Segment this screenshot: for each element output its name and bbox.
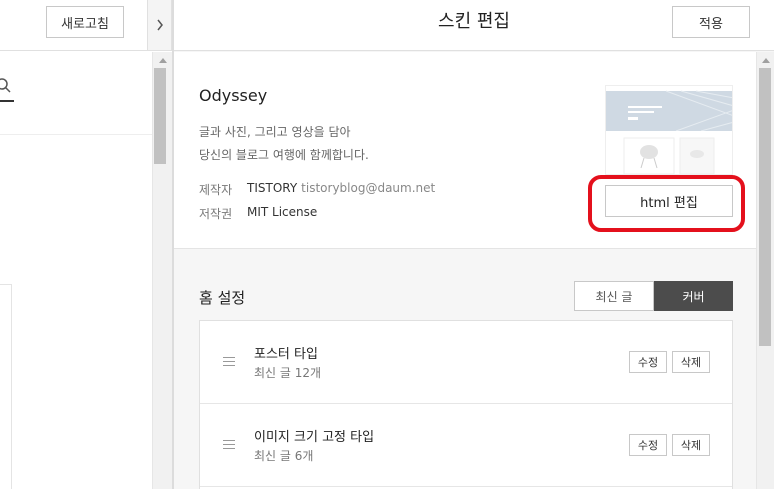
scroll-up-arrow-icon[interactable] bbox=[762, 58, 770, 63]
html-edit-button[interactable]: html 편집 bbox=[605, 185, 733, 217]
skin-thumbnail-image bbox=[606, 86, 732, 174]
license-value: MIT License bbox=[247, 205, 318, 219]
cover-item-subtitle: 최신 글 6개 bbox=[254, 449, 314, 463]
cover-item-title: 포스터 타입 bbox=[254, 347, 318, 362]
license-label: 저작권 bbox=[199, 207, 233, 221]
preview-scrollbar-thumb[interactable] bbox=[154, 68, 166, 164]
editor-header: 스킨 편집 적용 bbox=[174, 0, 774, 51]
skin-description-line-2: 당신의 블로그 여행에 함께합니다. bbox=[199, 148, 369, 162]
edit-button[interactable]: 수정 bbox=[629, 434, 667, 456]
delete-button[interactable]: 삭제 bbox=[672, 351, 710, 373]
author-name: TISTORY bbox=[247, 181, 298, 195]
tab-cover[interactable]: 커버 bbox=[654, 281, 733, 311]
apply-button[interactable]: 적용 bbox=[672, 6, 750, 38]
refresh-button[interactable]: 새로고침 bbox=[46, 6, 124, 38]
author-email: tistoryblog@daum.net bbox=[301, 181, 436, 195]
cover-item: 포스터 타입 최신 글 12개 수정 삭제 bbox=[200, 321, 732, 404]
author-label: 제작자 bbox=[199, 183, 233, 197]
search-underline bbox=[0, 100, 14, 102]
preview-header: 새로고침 bbox=[0, 0, 147, 51]
editor-scrollbar-thumb[interactable] bbox=[759, 68, 771, 346]
home-settings-tabs: 최신 글 커버 bbox=[574, 281, 733, 311]
edit-button[interactable]: 수정 bbox=[629, 351, 667, 373]
skin-name: Odyssey bbox=[199, 86, 268, 105]
delete-button[interactable]: 삭제 bbox=[672, 434, 710, 456]
search-icon[interactable] bbox=[0, 78, 14, 94]
home-settings-title: 홈 설정 bbox=[199, 289, 246, 307]
cover-item-subtitle: 최신 글 12개 bbox=[254, 366, 322, 380]
drag-handle-icon[interactable] bbox=[223, 440, 235, 450]
cover-item-title: 이미지 크기 고정 타입 bbox=[254, 430, 375, 445]
scroll-up-arrow-icon[interactable] bbox=[159, 58, 167, 63]
skin-editor-pane: 스킨 편집 적용 Odyssey 글과 사진, 그리고 영상을 담아 당신의 블… bbox=[174, 0, 774, 489]
drag-handle-icon[interactable] bbox=[223, 357, 235, 367]
preview-content-box bbox=[0, 284, 12, 489]
chevron-right-icon bbox=[156, 19, 163, 31]
skin-info-card: Odyssey 글과 사진, 그리고 영상을 담아 당신의 블로그 여행에 함께… bbox=[174, 52, 756, 249]
skin-description-line-1: 글과 사진, 그리고 영상을 담아 bbox=[199, 125, 351, 139]
preview-divider bbox=[0, 134, 152, 135]
cover-list: 포스터 타입 최신 글 12개 수정 삭제 이미지 크기 고정 타입 최신 글 … bbox=[199, 320, 733, 489]
tab-recent-posts[interactable]: 최신 글 bbox=[574, 281, 654, 311]
skin-thumbnail bbox=[605, 85, 733, 175]
cover-item: 이미지 크기 고정 타입 최신 글 6개 수정 삭제 bbox=[200, 404, 732, 487]
blog-preview bbox=[0, 52, 152, 489]
author-value: TISTORY tistoryblog@daum.net bbox=[247, 181, 435, 195]
collapse-preview-button[interactable] bbox=[147, 0, 172, 51]
